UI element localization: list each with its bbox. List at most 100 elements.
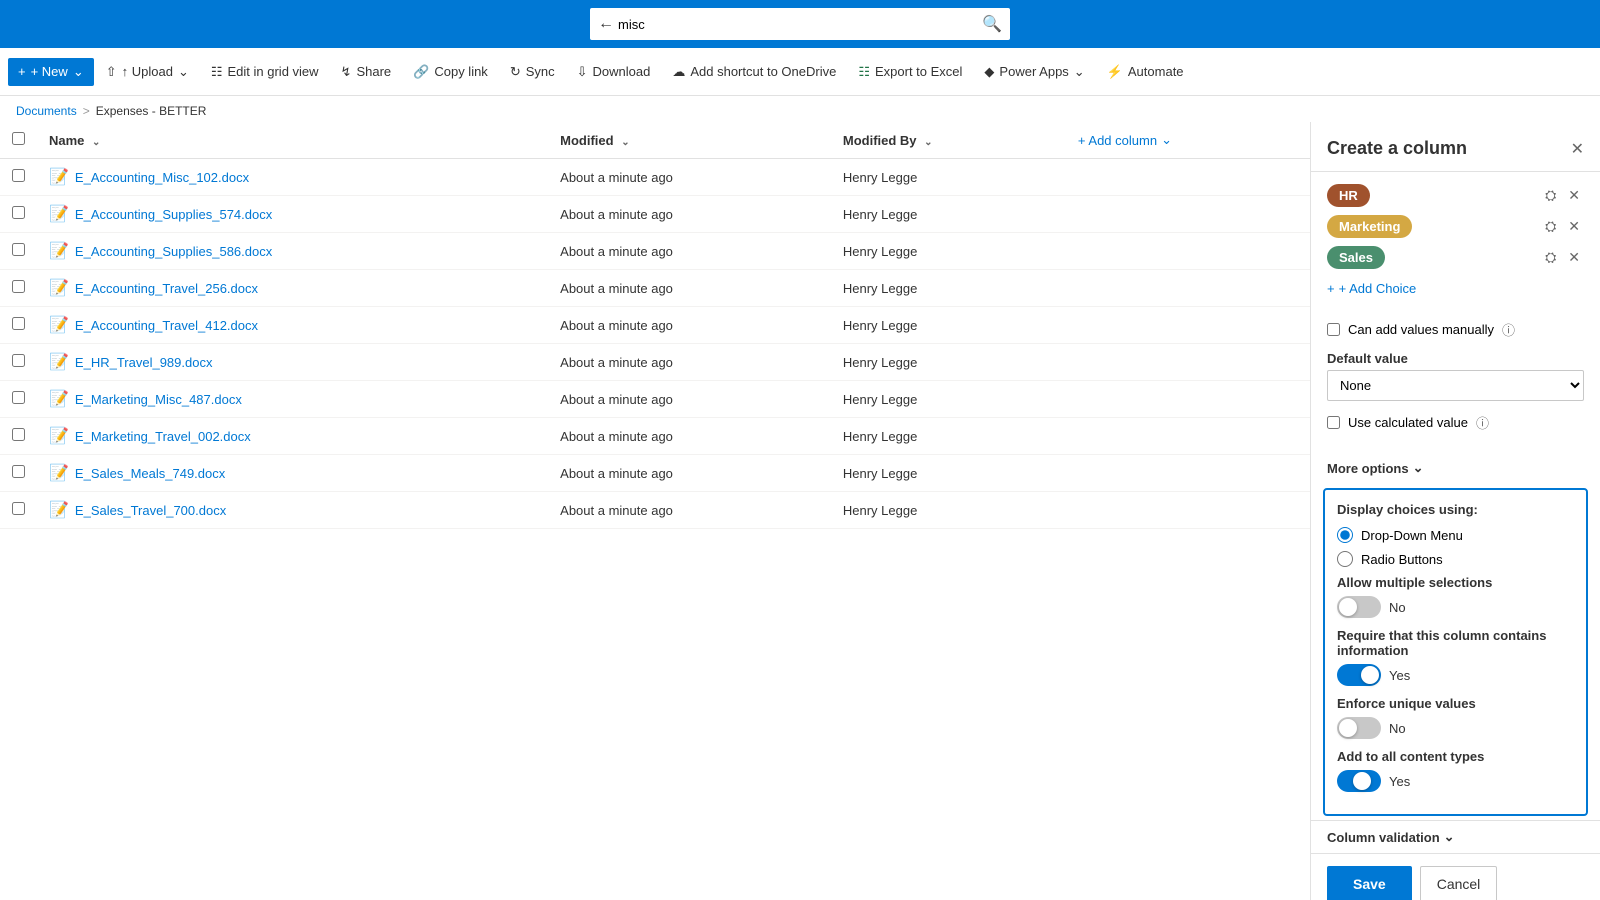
can-add-values-info-icon: ⓘ (1502, 320, 1515, 339)
row-checkbox[interactable] (12, 317, 25, 330)
file-name[interactable]: E_Accounting_Travel_256.docx (75, 281, 258, 296)
new-button[interactable]: + + New ⌄ (8, 58, 94, 86)
power-apps-button[interactable]: ◆ Power Apps ⌄ (974, 58, 1094, 86)
row-extra-cell (1066, 381, 1310, 418)
sales-remove-button[interactable]: ✕ (1564, 247, 1584, 268)
marketing-remove-button[interactable]: ✕ (1564, 216, 1584, 237)
panel-close-button[interactable]: ✕ (1571, 139, 1584, 159)
radio-buttons-radio[interactable] (1337, 551, 1353, 567)
dropdown-radio-row: Drop-Down Menu (1337, 527, 1574, 543)
search-input[interactable] (618, 17, 982, 32)
file-name[interactable]: E_Marketing_Misc_487.docx (75, 392, 242, 407)
file-name[interactable]: E_Accounting_Supplies_574.docx (75, 207, 272, 222)
hr-settings-button[interactable]: ⛭ (1541, 185, 1560, 206)
back-button[interactable]: ← (598, 15, 614, 33)
row-checkbox[interactable] (12, 206, 25, 219)
select-all-checkbox[interactable] (12, 132, 25, 145)
row-modified-cell: About a minute ago (548, 196, 831, 233)
hr-remove-button[interactable]: ✕ (1564, 185, 1584, 206)
file-name[interactable]: E_Accounting_Travel_412.docx (75, 318, 258, 333)
row-checkbox[interactable] (12, 465, 25, 478)
file-name[interactable]: E_Sales_Meals_749.docx (75, 466, 225, 481)
row-checkbox[interactable] (12, 428, 25, 441)
row-checkbox[interactable] (12, 391, 25, 404)
row-checkbox-cell (0, 344, 37, 381)
row-name-cell: 📝 E_Accounting_Misc_102.docx (37, 159, 548, 196)
require-info-track (1337, 664, 1381, 686)
row-modified-by-cell: Henry Legge (831, 492, 1066, 529)
use-calculated-label: Use calculated value (1348, 415, 1468, 430)
search-icon-button[interactable]: 🔍 (982, 14, 1002, 34)
download-button[interactable]: ⇩ Download (567, 58, 661, 86)
file-icon: 📝 (49, 167, 69, 187)
file-name[interactable]: E_Accounting_Misc_102.docx (75, 170, 249, 185)
use-calculated-checkbox[interactable] (1327, 416, 1340, 429)
add-column-header[interactable]: + Add column ⌄ (1066, 122, 1310, 159)
breadcrumb-parent[interactable]: Documents (16, 104, 77, 118)
edit-grid-button[interactable]: ☷ Edit in grid view (201, 58, 329, 86)
add-choice-label: + Add Choice (1339, 281, 1417, 296)
search-bar[interactable]: ← 🔍 (590, 8, 1010, 40)
add-column-button[interactable]: + Add column ⌄ (1078, 132, 1172, 148)
add-content-types-label: Add to all content types (1337, 749, 1574, 764)
enforce-unique-toggle[interactable] (1337, 717, 1381, 739)
export-excel-button[interactable]: ☷ Export to Excel (848, 58, 972, 86)
marketing-badge: Marketing (1327, 215, 1412, 238)
row-modified-cell: About a minute ago (548, 381, 831, 418)
add-content-types-toggle[interactable] (1337, 770, 1381, 792)
row-name-cell: 📝 E_Sales_Meals_749.docx (37, 455, 548, 492)
row-checkbox[interactable] (12, 169, 25, 182)
dropdown-radio[interactable] (1337, 527, 1353, 543)
allow-multiple-toggle[interactable] (1337, 596, 1381, 618)
automate-icon: ⚡ (1107, 64, 1123, 80)
default-value-select[interactable]: None (1327, 370, 1584, 401)
copy-link-button[interactable]: 🔗 Copy link (403, 58, 498, 86)
file-name[interactable]: E_Marketing_Travel_002.docx (75, 429, 251, 444)
add-content-types-toggle-container: Yes (1337, 770, 1574, 792)
share-button[interactable]: ↯ Share (331, 58, 402, 86)
add-shortcut-button[interactable]: ☁ Add shortcut to OneDrive (662, 58, 846, 86)
name-header[interactable]: Name ⌄ (37, 122, 548, 159)
file-name[interactable]: E_Accounting_Supplies_586.docx (75, 244, 272, 259)
row-name-cell: 📝 E_Accounting_Travel_412.docx (37, 307, 548, 344)
upload-button[interactable]: ⇧ ↑ Upload ⌄ (96, 58, 199, 86)
can-add-values-checkbox[interactable] (1327, 323, 1340, 336)
add-choice-button[interactable]: + + Add Choice (1327, 277, 1416, 300)
excel-icon: ☷ (858, 64, 870, 80)
row-checkbox[interactable] (12, 502, 25, 515)
more-options-button[interactable]: More options ⌄ (1311, 452, 1600, 484)
new-label: + New (31, 64, 68, 79)
sync-button[interactable]: ↻ Sync (500, 58, 565, 86)
power-apps-label: Power Apps (999, 64, 1068, 79)
row-checkbox[interactable] (12, 280, 25, 293)
file-name[interactable]: E_HR_Travel_989.docx (75, 355, 213, 370)
modified-by-header[interactable]: Modified By ⌄ (831, 122, 1066, 159)
row-name-cell: 📝 E_Marketing_Travel_002.docx (37, 418, 548, 455)
row-modified-by-cell: Henry Legge (831, 344, 1066, 381)
save-button[interactable]: Save (1327, 866, 1412, 900)
row-checkbox[interactable] (12, 243, 25, 256)
row-checkbox-cell (0, 455, 37, 492)
checkbox-header[interactable] (0, 122, 37, 159)
modified-header[interactable]: Modified ⌄ (548, 122, 831, 159)
file-icon: 📝 (49, 352, 69, 372)
cancel-button[interactable]: Cancel (1420, 866, 1498, 900)
sales-settings-button[interactable]: ⛭ (1541, 247, 1560, 268)
marketing-settings-button[interactable]: ⛭ (1541, 216, 1560, 237)
add-column-chevron-icon: ⌄ (1161, 132, 1172, 148)
file-table: Name ⌄ Modified ⌄ Modified By ⌄ + Add co… (0, 122, 1310, 529)
row-extra-cell (1066, 159, 1310, 196)
table-row: 📝 E_Marketing_Misc_487.docx About a minu… (0, 381, 1310, 418)
file-icon: 📝 (49, 204, 69, 224)
allow-multiple-thumb (1339, 598, 1357, 616)
name-column-label: Name (49, 133, 84, 148)
upload-icon: ⇧ (106, 64, 117, 80)
automate-button[interactable]: ⚡ Automate (1097, 58, 1194, 86)
row-name-cell: 📝 E_Accounting_Travel_256.docx (37, 270, 548, 307)
add-column-label: + Add column (1078, 133, 1157, 148)
row-checkbox[interactable] (12, 354, 25, 367)
require-info-toggle[interactable] (1337, 664, 1381, 686)
row-modified-cell: About a minute ago (548, 233, 831, 270)
file-name[interactable]: E_Sales_Travel_700.docx (75, 503, 226, 518)
column-validation-button[interactable]: Column validation ⌄ (1311, 820, 1600, 853)
